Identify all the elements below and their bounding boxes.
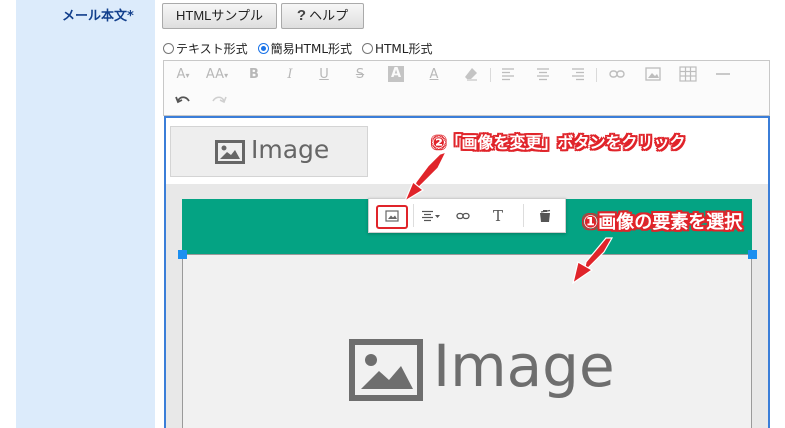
mail-body-form: メール本文* HTMLサンプル ? ヘルプ テキスト形式 簡易HTML形式 HTM… <box>0 0 785 428</box>
arrow-to-change-image <box>403 150 448 203</box>
arrow-to-image-element <box>572 237 614 285</box>
annotation-arrows <box>403 150 614 285</box>
